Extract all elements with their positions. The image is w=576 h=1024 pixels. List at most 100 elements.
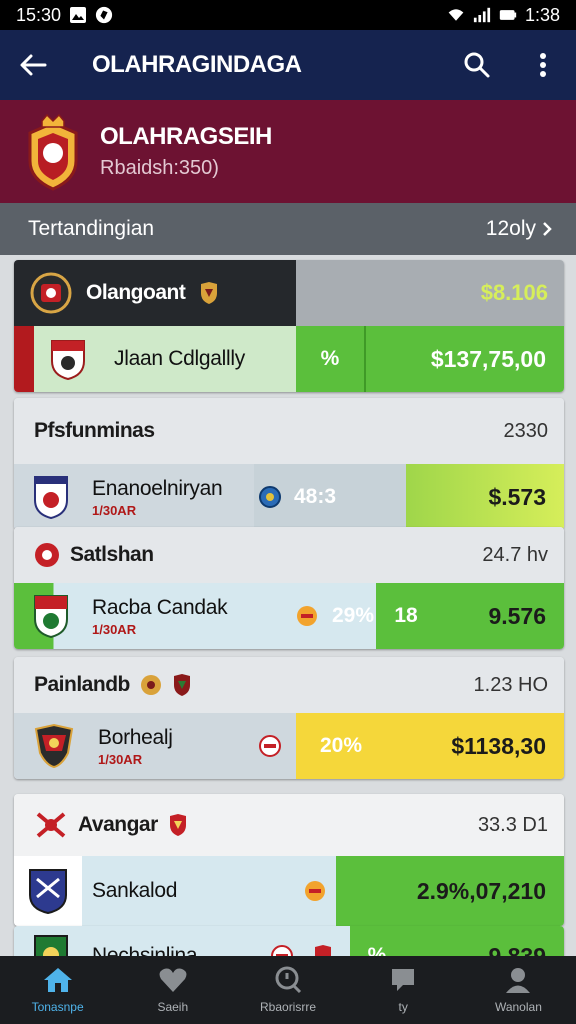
- team-subtitle: Rbaidsh:350): [100, 157, 219, 179]
- app-bar: OLAHRAGINDAGA: [0, 30, 576, 100]
- section-title: Tertandingian: [28, 217, 155, 240]
- price-value: $.573: [488, 483, 546, 510]
- ball-icon: [271, 945, 293, 956]
- price-value: $137,75,00: [430, 345, 546, 372]
- image-notification-icon: [69, 6, 87, 24]
- nav-item-chat[interactable]: ty: [346, 956, 461, 1024]
- odds-value: %: [367, 944, 387, 956]
- status-time-left: 15:30: [16, 4, 62, 25]
- team-name-label: Jlaan Cdlgallly: [114, 347, 245, 370]
- nav-item-home[interactable]: Tonasnpe: [0, 956, 115, 1024]
- card-value: 33.3 D1: [477, 813, 548, 836]
- odds-value: 48:3: [294, 485, 337, 508]
- profile-icon: [506, 968, 531, 993]
- heart-icon: [159, 968, 187, 992]
- signal-icon: [473, 6, 491, 24]
- price-value: $1138,30: [451, 732, 546, 759]
- nav-item-search[interactable]: Rbaorisrre: [230, 956, 345, 1024]
- price-button[interactable]: 2.9%,07,210: [394, 856, 564, 926]
- league-badge-icon: [30, 272, 72, 314]
- card-value: $8.106: [480, 280, 548, 305]
- flag-marker: [244, 713, 296, 779]
- price-value: 2.9%,07,210: [416, 877, 546, 904]
- team-name-label: Borhealj: [98, 725, 173, 749]
- app-notification-icon: [95, 6, 113, 24]
- odds-button-2[interactable]: 18: [376, 583, 436, 649]
- team-logo-icon: [34, 723, 74, 769]
- match-row[interactable]: Racba Candak 1/30AR 29% 18 9.576: [14, 583, 564, 649]
- nav-label-home: Tonasnpe: [31, 1000, 84, 1014]
- card-title-wrap: Satlshan: [34, 542, 482, 568]
- odds-value-2: 18: [394, 604, 418, 627]
- nav-item-profile[interactable]: Wanolan: [461, 956, 576, 1024]
- card-title: Avangar: [78, 813, 158, 836]
- team-sub-label: 1/30AR: [98, 751, 143, 767]
- match-row[interactable]: Enanoelniryan 1/30AR 48:3 $.573: [14, 464, 564, 530]
- odds-value: %: [320, 347, 340, 370]
- section-header[interactable]: Tertandingian 12oly: [0, 203, 576, 255]
- card-value: 1.23 HO: [473, 673, 548, 696]
- match-row[interactable]: Nechsinlina % 9.839: [14, 926, 564, 956]
- match-card[interactable]: Nechsinlina % 9.839: [14, 926, 564, 956]
- card-title-wrap: Avangar: [34, 810, 478, 840]
- match-row[interactable]: Borhealj 1/30AR 20% $1138,30: [14, 713, 564, 779]
- battery-icon: [499, 6, 517, 24]
- more-options-button[interactable]: [510, 30, 576, 100]
- odds-value: 20%: [319, 734, 363, 757]
- odds-button[interactable]: %: [296, 326, 364, 392]
- status-bar: 15:30 1:38: [0, 0, 576, 30]
- team-logo-icon: [34, 935, 68, 956]
- team-sub-label: 1/30AR: [92, 502, 137, 518]
- ball-icon: [259, 735, 281, 757]
- shield-icon: [169, 814, 186, 836]
- section-more-link[interactable]: 12oly: [486, 217, 552, 241]
- ball-icon: [305, 881, 325, 901]
- section-more-label: 12oly: [485, 217, 536, 240]
- crossed-swords-icon: [36, 812, 66, 838]
- match-card[interactable]: Satlshan 24.7 hv Racba Candak 1/30AR 29%…: [14, 527, 564, 649]
- ball-icon: [259, 486, 281, 508]
- flag-marker: [254, 926, 350, 956]
- back-button[interactable]: [0, 30, 66, 100]
- odds-value: 29%: [332, 604, 375, 627]
- team-name-label: Nechsinlina: [92, 944, 198, 956]
- price-button[interactable]: $.573: [406, 464, 564, 530]
- odds-button[interactable]: [336, 856, 394, 926]
- match-card[interactable]: Avangar 33.3 D1 Sankalod 2.9%,07,210: [14, 794, 564, 926]
- wifi-icon: [447, 6, 465, 24]
- price-button[interactable]: $1138,30: [386, 713, 564, 779]
- more-vertical-icon: [540, 53, 546, 77]
- nav-item-favorites[interactable]: Saeih: [115, 956, 230, 1024]
- team-logo-icon: [34, 595, 68, 639]
- odds-button[interactable]: 29%: [296, 583, 376, 649]
- search-icon: [275, 966, 302, 994]
- odds-button[interactable]: %: [350, 926, 404, 956]
- odds-button[interactable]: 20%: [296, 713, 386, 779]
- search-button[interactable]: [444, 30, 510, 100]
- price-value: 9.839: [488, 942, 546, 957]
- status-time-right: 1:38: [524, 4, 560, 25]
- team-name: OLAHRAGSEIH: [100, 123, 272, 150]
- nav-label-chat: ty: [398, 1000, 408, 1014]
- match-row[interactable]: Sankalod 2.9%,07,210: [14, 856, 564, 926]
- shield-icon: [201, 282, 218, 304]
- match-list[interactable]: Olangoant $8.106 Jlaan Cdlgallly % $137,…: [0, 258, 576, 956]
- match-row[interactable]: Jlaan Cdlgallly % $137,75,00: [14, 326, 564, 392]
- card-title: Pfsfunminas: [34, 419, 155, 442]
- price-button[interactable]: 9.576: [436, 583, 564, 649]
- home-icon: [43, 968, 72, 992]
- team-crest-icon: [20, 113, 86, 191]
- club-badge-icon: [35, 543, 59, 567]
- nav-label-favorites: Saeih: [157, 1000, 189, 1014]
- match-card[interactable]: Olangoant $8.106 Jlaan Cdlgallly % $137,…: [14, 260, 564, 392]
- price-button[interactable]: 9.839: [404, 926, 564, 956]
- search-icon: [464, 52, 490, 78]
- match-card[interactable]: Pfsfunminas 2330 Enanoelniryan 1/30AR 48…: [14, 398, 564, 530]
- team-logo-icon: [29, 869, 67, 915]
- app-title: OLAHRAGINDAGA: [92, 51, 302, 78]
- match-card[interactable]: Painlandb 1.23 HO Borhealj 1/30AR 20% $1…: [14, 657, 564, 779]
- odds-button[interactable]: 48:3: [254, 464, 406, 530]
- back-arrow-icon: [20, 54, 47, 76]
- price-button[interactable]: $137,75,00: [366, 326, 564, 392]
- card-title-wrap: Painlandb: [34, 673, 474, 697]
